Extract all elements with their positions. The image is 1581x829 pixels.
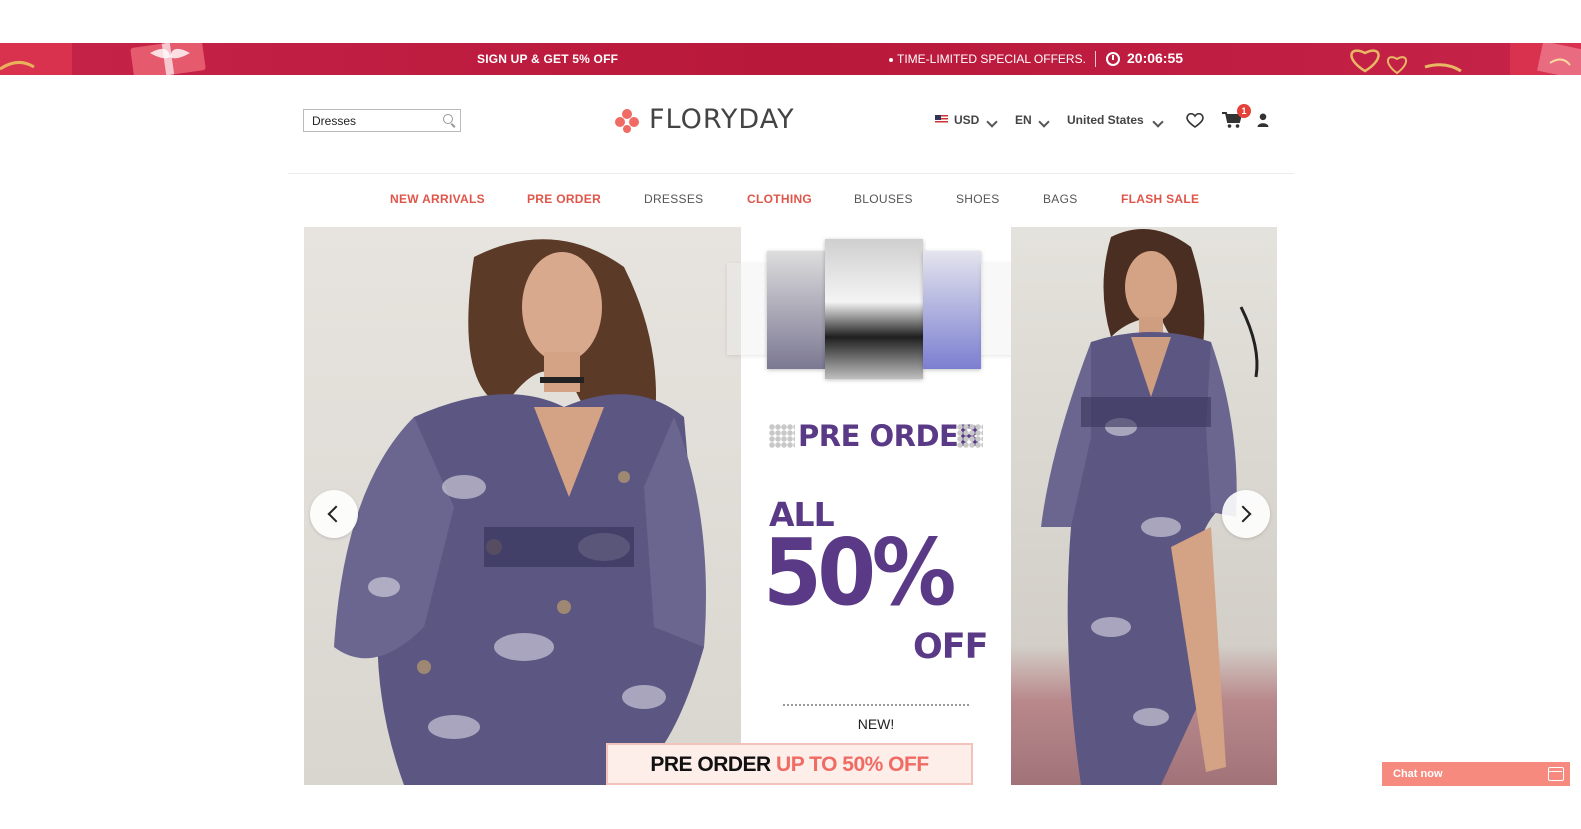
dotted-divider (783, 704, 969, 706)
promo-panel: PRE ORDER ALL 50% OFF NEW! (727, 227, 1017, 785)
promo-bar-inner (72, 43, 1510, 75)
strip-highlight-text: UP TO 50% OFF (776, 753, 929, 776)
banner-title: PRE ORDER (798, 419, 981, 453)
banner-percent-text: 50% (763, 519, 956, 626)
carousel-prev-button[interactable] (310, 490, 358, 538)
wishlist-heart-icon[interactable] (1186, 112, 1204, 128)
chevron-down-icon[interactable] (1152, 116, 1164, 128)
chat-now-button[interactable]: Chat now (1382, 762, 1570, 786)
chevron-down-icon[interactable] (986, 116, 998, 128)
carousel-thumb[interactable] (767, 251, 825, 369)
nav-new-arrivals[interactable]: NEW ARRIVALS (390, 192, 485, 206)
nav-clothing[interactable]: CLOTHING (747, 192, 812, 206)
dots-decoration (769, 424, 795, 448)
search-icon[interactable] (443, 114, 453, 124)
carousel-thumb[interactable] (923, 251, 981, 369)
promo-bar: SIGN UP & GET 5% OFF TIME-LIMITED SPECIA… (0, 38, 1581, 80)
nav-flash-sale[interactable]: FLASH SALE (1121, 192, 1199, 206)
dots-decoration (957, 424, 983, 448)
clock-icon (1106, 52, 1120, 66)
country-selector[interactable]: United States (1067, 113, 1144, 127)
gift-box-icon (120, 38, 220, 80)
search-box[interactable] (303, 109, 461, 132)
logo-flower-icon (615, 109, 639, 133)
preorder-strip-text: PRE ORDER UP TO 50% OFF (608, 753, 971, 777)
countdown-timer: 20:06:55 (1127, 50, 1184, 66)
carousel-thumb[interactable] (727, 263, 767, 355)
us-flag-icon (935, 115, 948, 124)
nav-bags[interactable]: BAGS (1043, 192, 1078, 206)
signup-offer-link[interactable]: SIGN UP & GET 5% OFF (477, 52, 618, 66)
model-photo-left (304, 227, 741, 785)
search-input[interactable] (304, 110, 434, 131)
strip-dark-text: PRE ORDER (650, 753, 771, 776)
banner-off-text: OFF (913, 627, 989, 667)
promo-decoration-right (1510, 41, 1581, 80)
promo-decoration-left (0, 43, 72, 75)
chevron-right-icon (1234, 505, 1252, 523)
nav-blouses[interactable]: BLOUSES (854, 192, 913, 206)
chat-label: Chat now (1393, 768, 1443, 780)
language-selector[interactable]: EN (1015, 113, 1032, 127)
chat-window-icon[interactable] (1548, 767, 1564, 781)
hearts-decoration (1335, 43, 1465, 75)
banner-new-text: NEW! (857, 716, 895, 732)
chevron-left-icon (327, 505, 345, 523)
user-account-icon[interactable] (1257, 113, 1269, 127)
carousel-thumb-active[interactable] (825, 239, 923, 379)
nav-dresses[interactable]: DRESSES (644, 192, 703, 206)
nav-shoes[interactable]: SHOES (956, 192, 1000, 206)
currency-selector[interactable]: USD (954, 113, 979, 127)
chevron-down-icon[interactable] (1038, 116, 1050, 128)
special-offers-text: TIME-LIMITED SPECIAL OFFERS. (889, 52, 1086, 66)
hero-banner[interactable]: PRE ORDER ALL 50% OFF NEW! (304, 227, 1277, 785)
logo-text: FLORYDAY (649, 104, 795, 135)
carousel-next-button[interactable] (1222, 490, 1270, 538)
header-divider (288, 173, 1294, 174)
preorder-strip[interactable]: PRE ORDER UP TO 50% OFF (606, 743, 973, 785)
cart-count-badge: 1 (1237, 104, 1251, 118)
promo-divider (1095, 51, 1096, 67)
nav-pre-order[interactable]: PRE ORDER (527, 192, 601, 206)
